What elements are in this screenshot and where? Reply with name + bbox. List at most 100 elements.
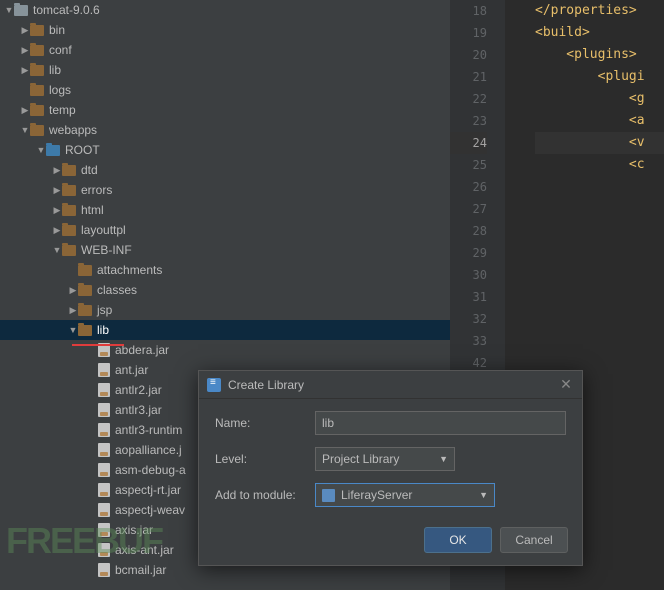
chevron-right-icon bbox=[68, 305, 78, 316]
close-icon[interactable]: ✕ bbox=[558, 376, 574, 393]
tree-label: logs bbox=[49, 83, 71, 97]
library-icon bbox=[207, 378, 221, 392]
tree-label: webapps bbox=[49, 123, 97, 137]
tree-label: lib bbox=[97, 323, 109, 337]
folder-icon bbox=[30, 65, 44, 76]
chevron-down-icon bbox=[68, 325, 78, 335]
folder-icon bbox=[62, 205, 76, 216]
dialog-titlebar[interactable]: Create Library ✕ bbox=[199, 371, 582, 399]
name-label: Name: bbox=[215, 416, 315, 430]
folder-icon bbox=[78, 325, 92, 336]
tree-item-conf[interactable]: conf bbox=[0, 40, 450, 60]
tree-item-tomcat[interactable]: tomcat-9.0.6 bbox=[0, 0, 450, 20]
tree-item-html[interactable]: html bbox=[0, 200, 450, 220]
tree-label: aspectj-rt.jar bbox=[115, 483, 181, 497]
chevron-right-icon bbox=[20, 25, 30, 36]
module-value: LiferayServer bbox=[341, 488, 412, 502]
tree-label: temp bbox=[49, 103, 76, 117]
tree-label: WEB-INF bbox=[81, 243, 132, 257]
tree-label: errors bbox=[81, 183, 112, 197]
tree-label: asm-debug-a bbox=[115, 463, 186, 477]
folder-icon bbox=[30, 45, 44, 56]
name-input[interactable] bbox=[315, 411, 566, 435]
chevron-right-icon bbox=[52, 165, 62, 176]
folder-icon bbox=[46, 145, 60, 156]
folder-icon bbox=[78, 305, 92, 316]
tree-label: tomcat-9.0.6 bbox=[33, 3, 100, 17]
tree-label: jsp bbox=[97, 303, 112, 317]
tree-item-file[interactable]: abdera.jar bbox=[0, 340, 450, 360]
folder-icon bbox=[62, 185, 76, 196]
jar-file-icon bbox=[98, 403, 110, 417]
tree-item-lib[interactable]: lib bbox=[0, 60, 450, 80]
jar-file-icon bbox=[98, 563, 110, 577]
jar-file-icon bbox=[98, 503, 110, 517]
chevron-right-icon bbox=[20, 45, 30, 56]
jar-file-icon bbox=[98, 383, 110, 397]
chevron-right-icon bbox=[68, 285, 78, 296]
tree-item-lib-selected[interactable]: lib bbox=[0, 320, 450, 340]
folder-icon bbox=[30, 25, 44, 36]
tree-highlight-underline bbox=[72, 344, 124, 346]
jar-file-icon bbox=[98, 463, 110, 477]
module-icon bbox=[322, 489, 335, 502]
dialog-title-text: Create Library bbox=[228, 378, 304, 392]
tree-label: ROOT bbox=[65, 143, 100, 157]
jar-file-icon bbox=[98, 363, 110, 377]
folder-icon bbox=[62, 245, 76, 256]
folder-icon bbox=[30, 85, 44, 96]
tree-item-webapps[interactable]: webapps bbox=[0, 120, 450, 140]
chevron-down-icon bbox=[36, 145, 46, 155]
tree-item-root[interactable]: ROOT bbox=[0, 140, 450, 160]
folder-icon bbox=[62, 165, 76, 176]
tree-label: ant.jar bbox=[115, 363, 148, 377]
folder-icon bbox=[78, 265, 92, 276]
watermark: FREEBUF bbox=[6, 520, 162, 562]
tree-label: aspectj-weav bbox=[115, 503, 185, 517]
tree-label: bin bbox=[49, 23, 65, 37]
tree-label: attachments bbox=[97, 263, 162, 277]
chevron-right-icon bbox=[52, 185, 62, 196]
chevron-down-icon bbox=[4, 5, 14, 15]
chevron-right-icon bbox=[20, 105, 30, 116]
cancel-button[interactable]: Cancel bbox=[500, 527, 568, 553]
tree-item-temp[interactable]: temp bbox=[0, 100, 450, 120]
chevron-right-icon bbox=[52, 205, 62, 216]
module-label: Add to module: bbox=[215, 488, 315, 502]
tree-item-webinf[interactable]: WEB-INF bbox=[0, 240, 450, 260]
tree-label: bcmail.jar bbox=[115, 563, 166, 577]
tree-label: classes bbox=[97, 283, 137, 297]
tree-item-dtd[interactable]: dtd bbox=[0, 160, 450, 180]
chevron-down-icon bbox=[20, 125, 30, 135]
tree-item-classes[interactable]: classes bbox=[0, 280, 450, 300]
tree-item-errors[interactable]: errors bbox=[0, 180, 450, 200]
folder-icon bbox=[78, 285, 92, 296]
tree-item-bin[interactable]: bin bbox=[0, 20, 450, 40]
ok-button[interactable]: OK bbox=[424, 527, 492, 553]
chevron-down-icon: ▼ bbox=[479, 490, 488, 500]
tree-item-jsp[interactable]: jsp bbox=[0, 300, 450, 320]
create-library-dialog: Create Library ✕ Name: Level: Project Li… bbox=[198, 370, 583, 566]
level-value: Project Library bbox=[322, 452, 399, 466]
jar-file-icon bbox=[98, 423, 110, 437]
folder-icon bbox=[14, 5, 28, 16]
folder-icon bbox=[62, 225, 76, 236]
level-combo[interactable]: Project Library ▼ bbox=[315, 447, 455, 471]
folder-icon bbox=[30, 125, 44, 136]
chevron-right-icon bbox=[52, 225, 62, 236]
tree-item-logs[interactable]: logs bbox=[0, 80, 450, 100]
chevron-right-icon bbox=[20, 65, 30, 76]
module-combo[interactable]: LiferayServer ▼ bbox=[315, 483, 495, 507]
tree-item-attachments[interactable]: attachments bbox=[0, 260, 450, 280]
jar-file-icon bbox=[98, 483, 110, 497]
tree-item-layouttpl[interactable]: layouttpl bbox=[0, 220, 450, 240]
tree-label: aopalliance.j bbox=[115, 443, 182, 457]
level-label: Level: bbox=[215, 452, 315, 466]
chevron-down-icon bbox=[52, 245, 62, 255]
chevron-down-icon: ▼ bbox=[439, 454, 448, 464]
tree-label: html bbox=[81, 203, 104, 217]
tree-label: antlr3.jar bbox=[115, 403, 162, 417]
tree-label: antlr2.jar bbox=[115, 383, 162, 397]
tree-label: conf bbox=[49, 43, 72, 57]
tree-label: dtd bbox=[81, 163, 98, 177]
